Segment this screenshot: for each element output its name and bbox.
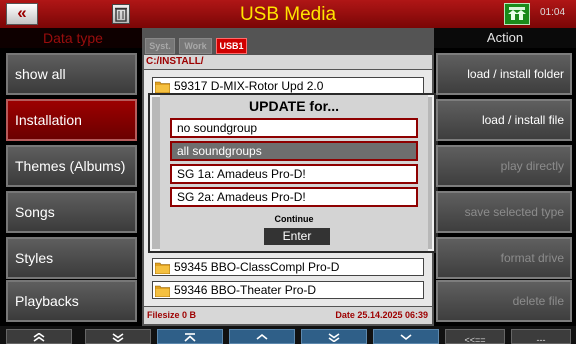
save-selected-type-button[interactable]: save selected type (436, 191, 572, 233)
scroll-left-page-down-button[interactable] (85, 329, 151, 344)
trash-icon (115, 7, 127, 22)
file-item[interactable]: 59345 BBO-ClassCompl Pro-D (152, 258, 424, 276)
tab-usb1[interactable]: USB1 (216, 38, 247, 54)
return-button[interactable]: <<== (445, 329, 505, 344)
load-install-file-button[interactable]: load / install file (436, 99, 572, 141)
data-type-songs[interactable]: Songs (6, 191, 137, 233)
status-bar: Filesize 0 B Date 25.14.2025 06:39 (144, 307, 432, 324)
scroll-page-down-button[interactable] (301, 329, 367, 344)
status-indicator (504, 3, 530, 25)
load-install-folder-button[interactable]: load / install folder (436, 53, 572, 95)
option-no-soundgroup[interactable]: no soundgroup (170, 118, 418, 138)
top-bar: « USB Media 01:04 (0, 0, 576, 28)
double-chevron-down-icon (112, 333, 124, 342)
dual-arrow-up-icon (508, 7, 526, 20)
file-name: 59345 BBO-ClassCompl Pro-D (174, 260, 340, 274)
delete-file-button[interactable]: delete file (436, 280, 572, 322)
back-button[interactable]: « (6, 3, 38, 25)
folder-icon (155, 285, 170, 297)
tab-work[interactable]: Work (179, 38, 212, 54)
scroll-left-page-up-button[interactable] (6, 329, 72, 344)
page-up-icon (184, 333, 196, 342)
file-name: 59346 BBO-Theater Pro-D (174, 283, 317, 297)
tab-system[interactable]: Syst. (145, 38, 175, 54)
data-type-installation[interactable]: Installation (6, 99, 137, 141)
data-type-show-all[interactable]: show all (6, 53, 137, 95)
data-type-title: Data type (0, 28, 146, 48)
data-type-themes[interactable]: Themes (Albums) (6, 145, 137, 187)
file-size: Filesize 0 B (147, 310, 197, 320)
list-top-button[interactable] (157, 329, 223, 344)
format-drive-button[interactable]: format drive (436, 237, 572, 279)
double-chevron-up-icon (33, 333, 45, 342)
file-name: 59317 D-MIX-Rotor Upd 2.0 (174, 79, 324, 93)
option-all-soundgroups[interactable]: all soundgroups (170, 141, 418, 161)
dialog-title: UPDATE for... (249, 98, 339, 114)
file-date: Date 25.14.2025 06:39 (335, 310, 428, 320)
current-path: C:/INSTALL/ (144, 55, 432, 69)
scroll-up-button[interactable] (229, 329, 295, 344)
data-type-styles[interactable]: Styles (6, 237, 137, 279)
app-title: USB Media (239, 4, 337, 25)
chevron-up-icon (256, 333, 268, 340)
data-type-playbacks[interactable]: Playbacks (6, 280, 137, 322)
scroll-down-button[interactable] (373, 329, 439, 344)
empty-label: --- (536, 335, 546, 344)
enter-button[interactable]: Enter (264, 228, 330, 245)
empty-button[interactable]: --- (511, 329, 571, 344)
clock: 01:04 (540, 7, 566, 18)
update-dialog: UPDATE for... no soundgroup all soundgro… (160, 95, 428, 251)
trash-button[interactable] (112, 4, 130, 24)
folder-icon (155, 262, 170, 274)
option-sg2a[interactable]: SG 2a: Amadeus Pro-D! (170, 187, 418, 207)
double-chevron-down-icon (328, 333, 340, 342)
folder-icon (155, 81, 170, 93)
file-item[interactable]: 59346 BBO-Theater Pro-D (152, 281, 424, 299)
play-directly-button[interactable]: play directly (436, 145, 572, 187)
option-sg1a[interactable]: SG 1a: Amadeus Pro-D! (170, 164, 418, 184)
return-label: <<== (464, 335, 486, 344)
chevron-down-icon (400, 334, 412, 341)
back-double-arrow-icon: « (17, 3, 27, 22)
continue-label: Continue (274, 214, 314, 224)
action-title: Action (434, 28, 576, 48)
